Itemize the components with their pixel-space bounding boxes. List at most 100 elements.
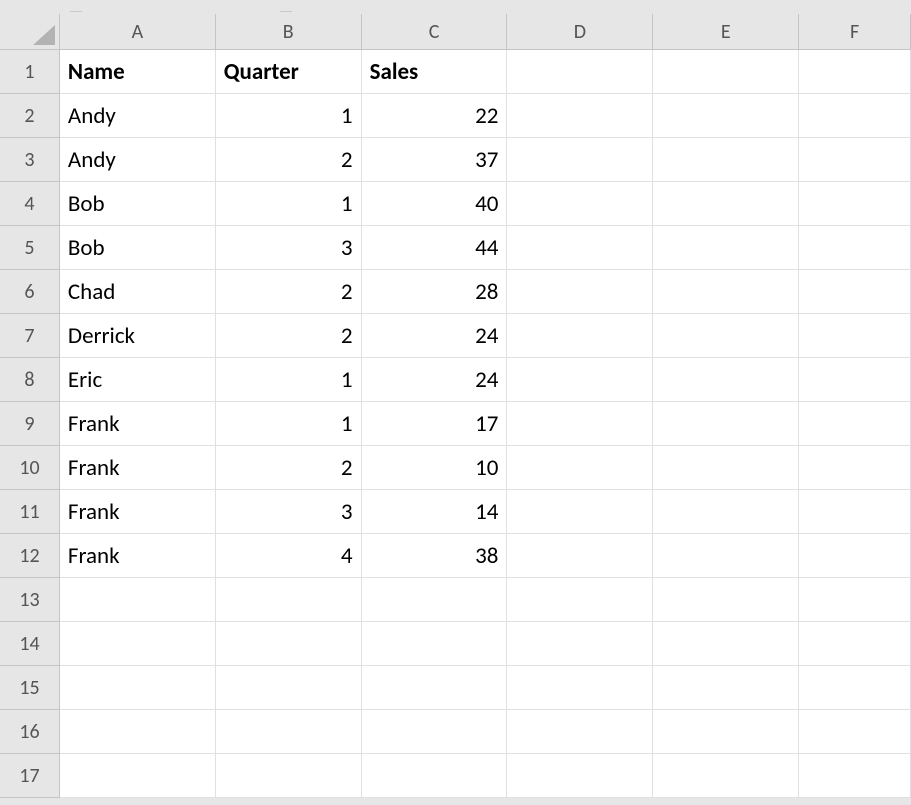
cell-B5[interactable]: 3 [216, 226, 362, 270]
cell-B12[interactable]: 4 [216, 534, 362, 578]
cell-F12[interactable] [799, 534, 911, 578]
cell-C15[interactable] [362, 666, 508, 710]
select-all-corner[interactable] [0, 14, 60, 50]
cell-C1[interactable]: Sales [362, 50, 508, 94]
cell-E17[interactable] [653, 754, 799, 798]
cell-F10[interactable] [799, 446, 911, 490]
cell-C14[interactable] [362, 622, 508, 666]
cell-B16[interactable] [216, 710, 362, 754]
cell-F1[interactable] [799, 50, 911, 94]
cell-E5[interactable] [653, 226, 799, 270]
cell-D5[interactable] [507, 226, 653, 270]
col-header-E[interactable]: E [653, 14, 799, 50]
cell-E16[interactable] [653, 710, 799, 754]
cell-C2[interactable]: 22 [362, 94, 508, 138]
cell-F9[interactable] [799, 402, 911, 446]
cell-D3[interactable] [507, 138, 653, 182]
row-header-8[interactable]: 8 [0, 358, 60, 402]
row-header-7[interactable]: 7 [0, 314, 60, 358]
cell-D10[interactable] [507, 446, 653, 490]
cell-C13[interactable] [362, 578, 508, 622]
cell-F13[interactable] [799, 578, 911, 622]
cell-C8[interactable]: 24 [362, 358, 508, 402]
cell-A1[interactable]: Name [60, 50, 216, 94]
cell-E8[interactable] [653, 358, 799, 402]
cell-D7[interactable] [507, 314, 653, 358]
col-header-C[interactable]: C [362, 14, 508, 50]
cell-E11[interactable] [653, 490, 799, 534]
cell-A5[interactable]: Bob [60, 226, 216, 270]
cell-A4[interactable]: Bob [60, 182, 216, 226]
cell-C4[interactable]: 40 [362, 182, 508, 226]
cell-C5[interactable]: 44 [362, 226, 508, 270]
cell-A6[interactable]: Chad [60, 270, 216, 314]
cell-D15[interactable] [507, 666, 653, 710]
cell-F15[interactable] [799, 666, 911, 710]
cell-A15[interactable] [60, 666, 216, 710]
cell-A8[interactable]: Eric [60, 358, 216, 402]
cell-D14[interactable] [507, 622, 653, 666]
cell-D2[interactable] [507, 94, 653, 138]
cell-B8[interactable]: 1 [216, 358, 362, 402]
row-header-13[interactable]: 13 [0, 578, 60, 622]
cell-B9[interactable]: 1 [216, 402, 362, 446]
row-header-1[interactable]: 1 [0, 50, 60, 94]
row-header-4[interactable]: 4 [0, 182, 60, 226]
cell-B1[interactable]: Quarter [216, 50, 362, 94]
row-header-12[interactable]: 12 [0, 534, 60, 578]
cell-D4[interactable] [507, 182, 653, 226]
cell-E12[interactable] [653, 534, 799, 578]
row-header-17[interactable]: 17 [0, 754, 60, 798]
cell-F3[interactable] [799, 138, 911, 182]
cell-A7[interactable]: Derrick [60, 314, 216, 358]
row-header-15[interactable]: 15 [0, 666, 60, 710]
cell-D13[interactable] [507, 578, 653, 622]
col-header-B[interactable]: B [216, 14, 362, 50]
cell-F17[interactable] [799, 754, 911, 798]
cell-B13[interactable] [216, 578, 362, 622]
row-header-9[interactable]: 9 [0, 402, 60, 446]
cell-F16[interactable] [799, 710, 911, 754]
cell-A10[interactable]: Frank [60, 446, 216, 490]
cell-E2[interactable] [653, 94, 799, 138]
cell-A2[interactable]: Andy [60, 94, 216, 138]
row-header-2[interactable]: 2 [0, 94, 60, 138]
cell-D6[interactable] [507, 270, 653, 314]
cell-F4[interactable] [799, 182, 911, 226]
cell-D16[interactable] [507, 710, 653, 754]
cell-E7[interactable] [653, 314, 799, 358]
cell-D1[interactable] [507, 50, 653, 94]
cell-C7[interactable]: 24 [362, 314, 508, 358]
cell-B7[interactable]: 2 [216, 314, 362, 358]
cell-B10[interactable]: 2 [216, 446, 362, 490]
cell-E13[interactable] [653, 578, 799, 622]
cell-C16[interactable] [362, 710, 508, 754]
cell-B11[interactable]: 3 [216, 490, 362, 534]
cell-F11[interactable] [799, 490, 911, 534]
cell-D9[interactable] [507, 402, 653, 446]
cell-E14[interactable] [653, 622, 799, 666]
cell-B17[interactable] [216, 754, 362, 798]
row-header-14[interactable]: 14 [0, 622, 60, 666]
cell-E4[interactable] [653, 182, 799, 226]
cell-C6[interactable]: 28 [362, 270, 508, 314]
cell-C10[interactable]: 10 [362, 446, 508, 490]
cell-F14[interactable] [799, 622, 911, 666]
cell-E3[interactable] [653, 138, 799, 182]
cell-B6[interactable]: 2 [216, 270, 362, 314]
cell-F7[interactable] [799, 314, 911, 358]
cell-C17[interactable] [362, 754, 508, 798]
cell-A17[interactable] [60, 754, 216, 798]
cell-D11[interactable] [507, 490, 653, 534]
cell-A16[interactable] [60, 710, 216, 754]
row-header-3[interactable]: 3 [0, 138, 60, 182]
cell-A13[interactable] [60, 578, 216, 622]
cell-E1[interactable] [653, 50, 799, 94]
cell-C11[interactable]: 14 [362, 490, 508, 534]
cell-E6[interactable] [653, 270, 799, 314]
cell-D8[interactable] [507, 358, 653, 402]
cell-C12[interactable]: 38 [362, 534, 508, 578]
row-header-10[interactable]: 10 [0, 446, 60, 490]
cell-D17[interactable] [507, 754, 653, 798]
row-header-5[interactable]: 5 [0, 226, 60, 270]
